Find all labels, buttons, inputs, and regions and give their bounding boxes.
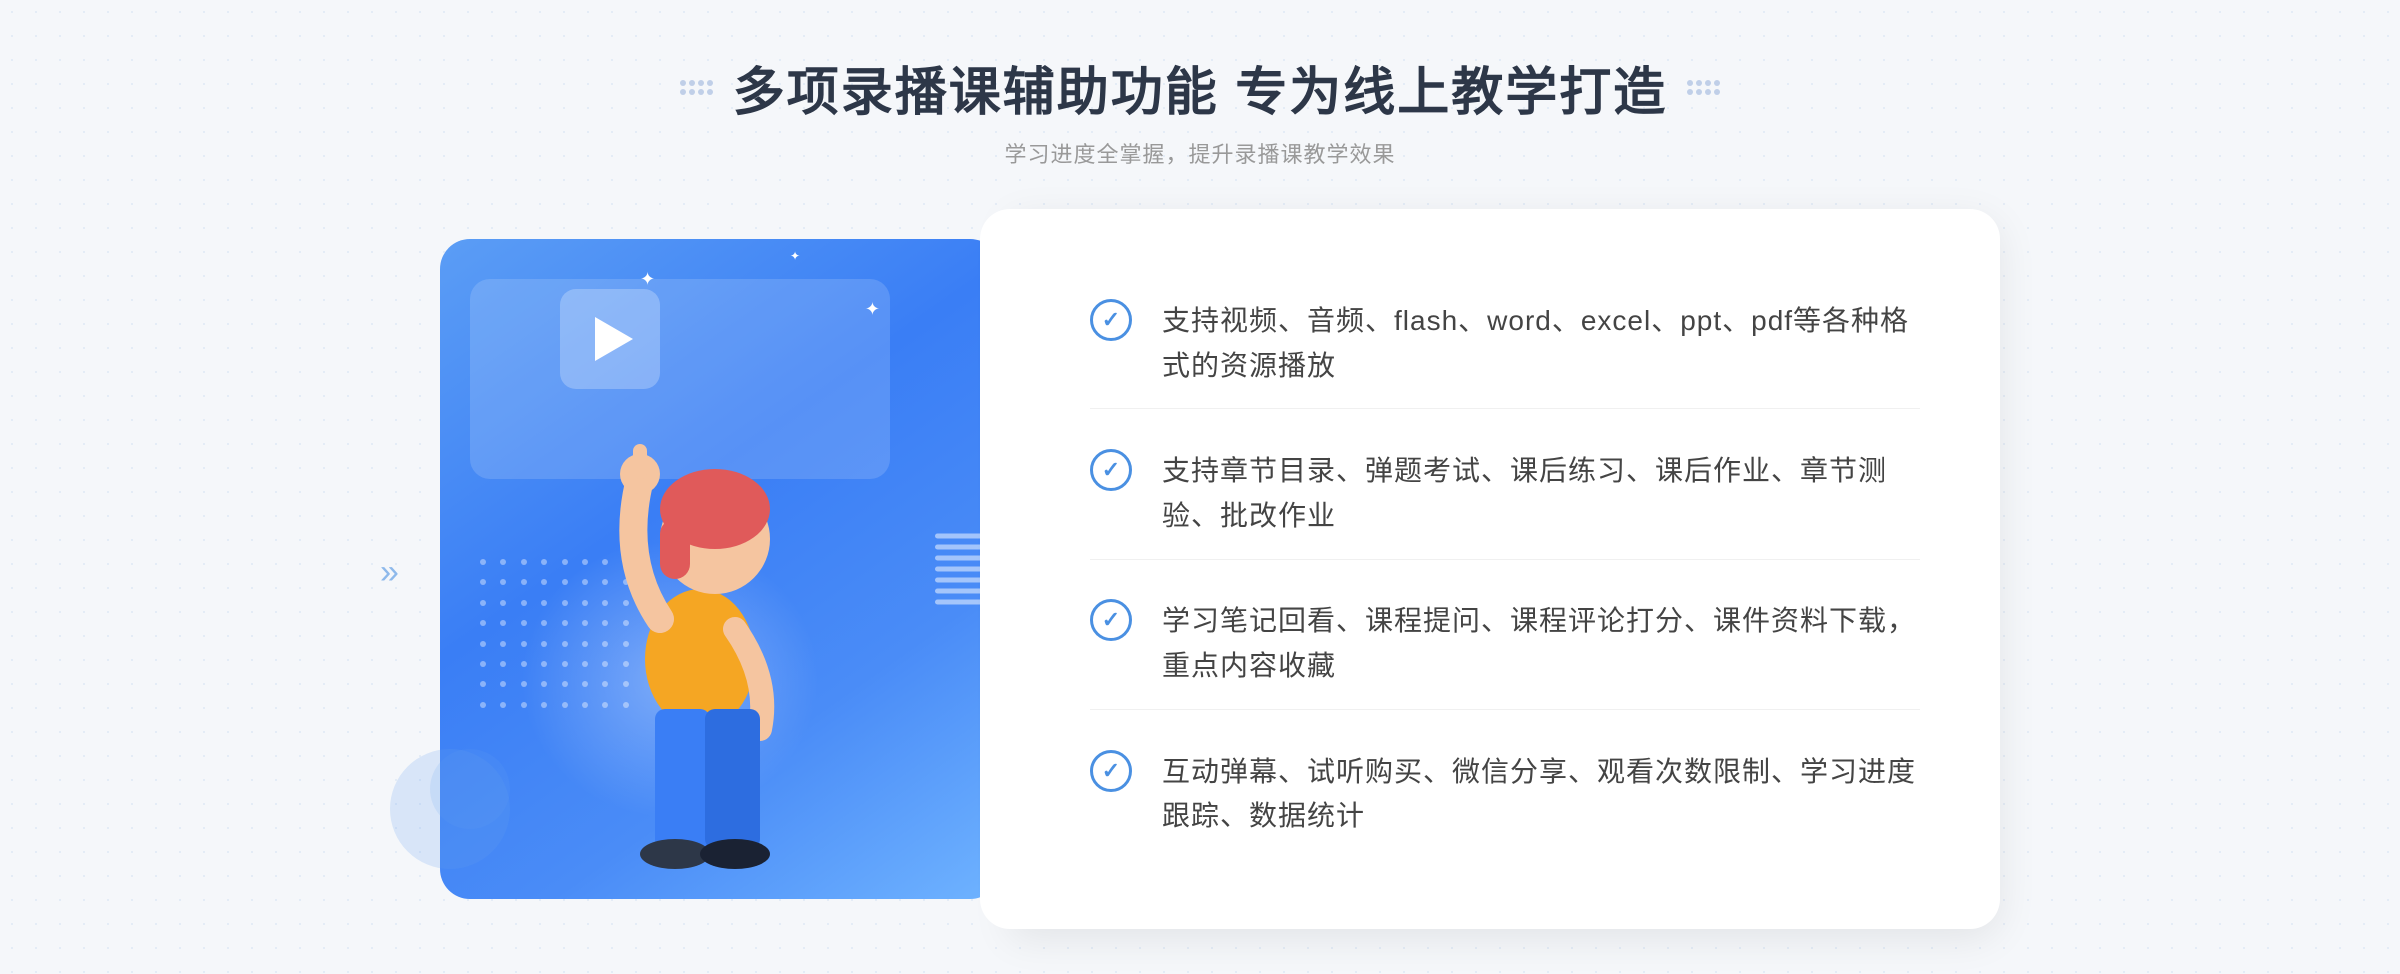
left-chevron-decoration: » [380,555,399,589]
checkmark-symbol-3: ✓ [1102,609,1120,631]
check-icon-4: ✓ [1090,750,1132,792]
line-3 [935,556,985,561]
check-icon-2: ✓ [1090,449,1132,491]
features-panel: ✓ 支持视频、音频、flash、word、excel、ppt、pdf等各种格式的… [1010,209,2000,929]
feature-text-2: 支持章节目录、弹题考试、课后练习、课后作业、章节测验、批改作业 [1162,449,1920,539]
feature-item-1: ✓ 支持视频、音频、flash、word、excel、ppt、pdf等各种格式的… [1090,279,1920,410]
page-title: 多项录播课辅助功能 专为线上教学打造 [733,50,1667,125]
line-7 [935,600,985,605]
feature-item-3: ✓ 学习笔记回看、课程提问、课程评论打分、课件资料下载，重点内容收藏 [1090,579,1920,710]
check-icon-3: ✓ [1090,599,1132,641]
header-section: 多项录播课辅助功能 专为线上教学打造 学习进度全掌握，提升录播课教学效果 [680,50,1720,169]
check-icon-1: ✓ [1090,299,1132,341]
left-dot-decoration [680,80,713,95]
feature-text-3: 学习笔记回看、课程提问、课程评论打分、课件资料下载，重点内容收藏 [1162,599,1920,689]
feature-item-2: ✓ 支持章节目录、弹题考试、课后练习、课后作业、章节测验、批改作业 [1090,429,1920,560]
feature-item-4: ✓ 互动弹幕、试听购买、微信分享、观看次数限制、学习进度跟踪、数据统计 [1090,730,1920,860]
feature-text-1: 支持视频、音频、flash、word、excel、ppt、pdf等各种格式的资源… [1162,299,1920,389]
line-6 [935,589,985,594]
illustration-card: ✦ ✦ ✦ [440,239,1000,899]
star-decoration-3: ✦ [790,249,800,263]
chevron-icon: » [380,555,399,589]
line-4 [935,567,985,572]
line-5 [935,578,985,583]
line-decorations [935,534,985,605]
character-illustration [560,319,840,899]
left-illustration: » ✦ ✦ ✦ [400,209,1020,929]
checkmark-symbol-2: ✓ [1102,459,1120,481]
feature-text-4: 互动弹幕、试听购买、微信分享、观看次数限制、学习进度跟踪、数据统计 [1162,750,1920,840]
line-1 [935,534,985,539]
line-2 [935,545,985,550]
right-dot-decoration [1687,80,1720,95]
checkmark-symbol-4: ✓ [1102,760,1120,782]
star-decoration-1: ✦ [640,269,655,290]
content-area: » ✦ ✦ ✦ [400,209,2000,929]
checkmark-symbol-1: ✓ [1102,309,1120,331]
page-subtitle: 学习进度全掌握，提升录播课教学效果 [680,137,1720,169]
header-title-row: 多项录播课辅助功能 专为线上教学打造 [680,50,1720,125]
page-wrapper: 多项录播课辅助功能 专为线上教学打造 学习进度全掌握，提升录播课教学效果 » [0,0,2400,974]
deco-circle-small [430,749,510,829]
star-decoration-2: ✦ [865,299,880,320]
